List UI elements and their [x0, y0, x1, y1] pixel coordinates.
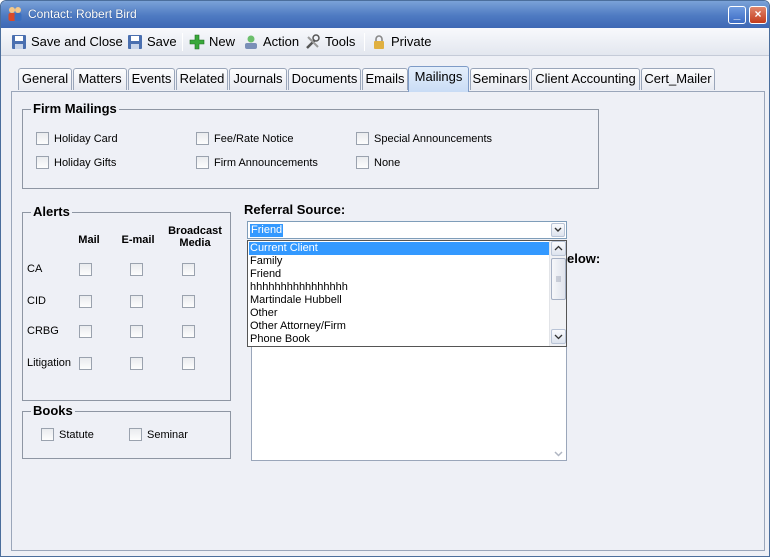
- tab-cert-mailer[interactable]: Cert_Mailer: [641, 68, 715, 90]
- minimize-button[interactable]: _: [728, 6, 746, 24]
- referral-source-combo[interactable]: Friend: [247, 221, 567, 239]
- toolbar: Save and Close Save New Action Tools Pri…: [1, 28, 769, 56]
- tab-related[interactable]: Related: [176, 68, 228, 90]
- tab-matters[interactable]: Matters: [73, 68, 127, 90]
- firm-mailings-group: Firm Mailings Holiday Card Holiday Gifts…: [22, 101, 599, 189]
- books-title: Books: [31, 403, 75, 419]
- ca-broadcast-checkbox[interactable]: [182, 263, 195, 276]
- tab-emails[interactable]: Emails: [362, 68, 408, 90]
- tab-journals[interactable]: Journals: [229, 68, 287, 90]
- save-and-close-label: Save and Close: [31, 34, 123, 49]
- referral-option-friend[interactable]: Friend: [249, 268, 551, 281]
- toolbar-separator: [182, 33, 183, 51]
- referral-source-value: Friend: [250, 224, 284, 237]
- referral-option-family[interactable]: Family: [249, 255, 551, 268]
- crbg-broadcast-checkbox[interactable]: [182, 325, 195, 338]
- cid-email-checkbox[interactable]: [130, 295, 143, 308]
- close-button[interactable]: ×: [749, 6, 767, 24]
- referral-option-other-attorney[interactable]: Other Attorney/Firm: [249, 320, 551, 333]
- save-button[interactable]: Save: [127, 32, 177, 52]
- scroll-down-icon: [553, 449, 564, 458]
- referral-details-label: elow:: [567, 251, 601, 266]
- alerts-group: Alerts Mail E-mail Broadcast Media CA CI…: [22, 204, 231, 401]
- tab-client-accounting[interactable]: Client Accounting: [531, 68, 640, 90]
- tools-label: Tools: [325, 34, 356, 49]
- save-disk-icon: [128, 35, 142, 49]
- chevron-down-icon[interactable]: [551, 223, 565, 237]
- lock-icon: [374, 35, 384, 49]
- alert-row-cid: CID: [27, 295, 46, 307]
- alert-row-crbg: CRBG: [27, 325, 59, 337]
- action-icon: [245, 35, 257, 49]
- cid-broadcast-checkbox[interactable]: [182, 295, 195, 308]
- plus-icon: [189, 34, 205, 50]
- toolbar-separator: [364, 33, 365, 51]
- alert-row-ca: CA: [27, 263, 43, 275]
- save-and-close-button[interactable]: Save and Close: [11, 32, 123, 52]
- referral-source-dropdown: Current Client Family Friend hhhhhhhhhhh…: [247, 240, 567, 347]
- mail-column-header: Mail: [78, 234, 100, 246]
- private-button[interactable]: Private: [371, 32, 433, 52]
- tab-seminars[interactable]: Seminars: [470, 68, 530, 90]
- alert-row-litigation: Litigation: [27, 357, 72, 369]
- ca-mail-checkbox[interactable]: [79, 263, 92, 276]
- crbg-mail-checkbox[interactable]: [79, 325, 92, 338]
- cid-mail-checkbox[interactable]: [79, 295, 92, 308]
- scroll-up-icon[interactable]: [551, 241, 566, 256]
- tools-icon: [306, 34, 320, 49]
- books-group: Books Statute Seminar: [22, 403, 231, 459]
- referral-option-placeholder[interactable]: hhhhhhhhhhhhhhhh: [249, 281, 551, 294]
- title-bar: Contact: Robert Bird _ ×: [1, 1, 769, 28]
- tab-strip: General Matters Events Related Journals …: [1, 56, 769, 92]
- referral-option-other[interactable]: Other: [249, 307, 551, 320]
- tab-documents[interactable]: Documents: [288, 68, 361, 90]
- private-label: Private: [391, 34, 432, 49]
- contacts-icon: [8, 7, 22, 21]
- scroll-down-icon[interactable]: [551, 329, 566, 344]
- referral-option-phone-book[interactable]: Phone Book: [249, 333, 551, 346]
- dropdown-scrollbar[interactable]: [549, 241, 566, 346]
- new-label: New: [209, 34, 236, 49]
- scrollbar-thumb[interactable]: [551, 258, 566, 300]
- referral-option-current-client[interactable]: Current Client: [249, 242, 551, 255]
- tools-button[interactable]: Tools: [305, 32, 361, 52]
- broadcast-media-column-header: Broadcast Media: [168, 225, 222, 249]
- referral-source-label: Referral Source:: [244, 202, 346, 217]
- litigation-mail-checkbox[interactable]: [79, 357, 92, 370]
- tab-events[interactable]: Events: [128, 68, 175, 90]
- crbg-email-checkbox[interactable]: [130, 325, 143, 338]
- new-button[interactable]: New: [189, 32, 239, 52]
- save-label: Save: [147, 34, 177, 49]
- email-column-header: E-mail: [121, 234, 155, 246]
- window-title: Contact: Robert Bird: [28, 7, 137, 21]
- action-button[interactable]: Action: [243, 32, 301, 52]
- alerts-title: Alerts: [31, 204, 72, 220]
- litigation-broadcast-checkbox[interactable]: [182, 357, 195, 370]
- save-disk-icon: [12, 35, 26, 49]
- litigation-email-checkbox[interactable]: [130, 357, 143, 370]
- contact-window: Contact: Robert Bird _ × Save and Close …: [0, 0, 770, 557]
- action-label: Action: [263, 34, 300, 49]
- tab-mailings[interactable]: Mailings: [408, 66, 469, 92]
- tab-general[interactable]: General: [18, 68, 72, 90]
- ca-email-checkbox[interactable]: [130, 263, 143, 276]
- firm-mailings-title: Firm Mailings: [31, 101, 119, 117]
- referral-option-martindale[interactable]: Martindale Hubbell: [249, 294, 551, 307]
